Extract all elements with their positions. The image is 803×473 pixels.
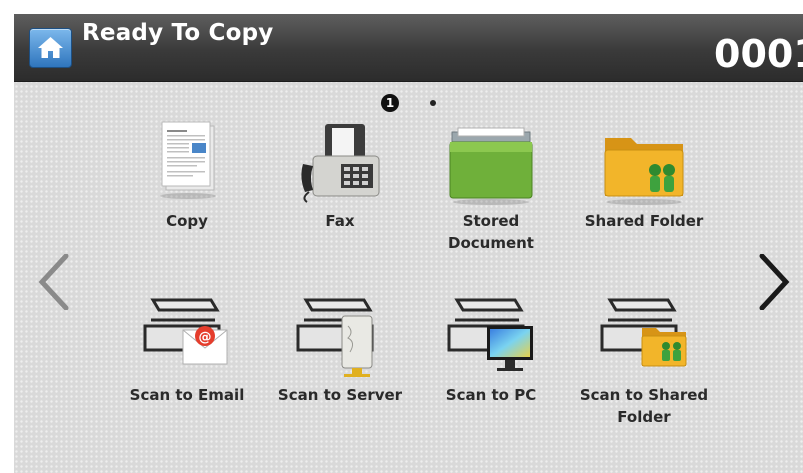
page-indicator: 1 bbox=[14, 94, 803, 114]
shared-folder-icon bbox=[604, 138, 684, 205]
tile-label: Scan to Shared Folder bbox=[579, 386, 709, 426]
page-dot-next[interactable] bbox=[430, 100, 436, 106]
tile-shared-folder[interactable]: Shared Folder bbox=[574, 118, 714, 232]
fax-machine-icon bbox=[301, 124, 380, 203]
tile-label: Fax bbox=[325, 212, 355, 230]
home-button[interactable] bbox=[29, 28, 72, 68]
tile-scan-to-pc[interactable]: Scan to PC bbox=[421, 292, 561, 406]
tile-stored-document[interactable]: Stored Document bbox=[421, 118, 561, 254]
scan-to-pc-icon bbox=[447, 298, 533, 371]
scan-to-server-icon bbox=[296, 298, 374, 377]
tile-copy[interactable]: Copy bbox=[117, 118, 257, 232]
tile-label: Scan to PC bbox=[445, 386, 537, 404]
tile-scan-to-email[interactable]: @ Scan to Email bbox=[117, 292, 257, 406]
svg-text:@: @ bbox=[199, 330, 212, 345]
tile-label: Copy bbox=[166, 212, 208, 230]
next-page-arrow[interactable] bbox=[756, 254, 792, 310]
home-icon bbox=[38, 37, 63, 58]
tile-label: Scan to Email bbox=[129, 386, 245, 404]
copier-home-screen: Ready To Copy 0001 1 bbox=[14, 14, 803, 473]
status-title: Ready To Copy bbox=[82, 20, 274, 46]
page-dot-current[interactable]: 1 bbox=[381, 94, 399, 112]
tile-label: Shared Folder bbox=[584, 212, 704, 230]
copy-counter: 0001 bbox=[714, 32, 803, 76]
copy-document-icon bbox=[160, 121, 216, 199]
stored-document-folder-icon bbox=[449, 127, 533, 205]
scan-to-shared-folder-icon bbox=[600, 298, 687, 367]
tile-label: Stored Document bbox=[448, 212, 534, 252]
tile-label: Scan to Server bbox=[277, 386, 403, 404]
status-header: Ready To Copy 0001 bbox=[14, 14, 803, 82]
previous-page-arrow[interactable] bbox=[36, 254, 72, 310]
tile-fax[interactable]: Fax bbox=[270, 118, 410, 232]
scan-to-email-icon: @ bbox=[143, 298, 228, 365]
tile-scan-to-shared-folder[interactable]: Scan to Shared Folder bbox=[574, 292, 714, 428]
tile-scan-to-server[interactable]: Scan to Server bbox=[270, 292, 410, 406]
